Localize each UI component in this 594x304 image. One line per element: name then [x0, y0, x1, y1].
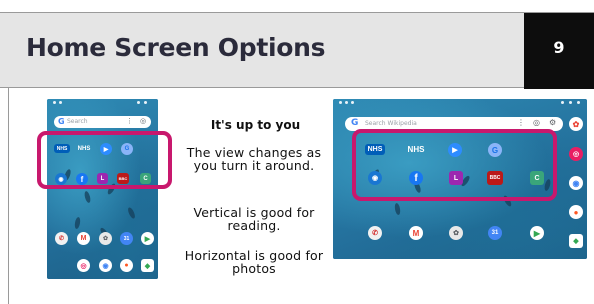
gmail-app-icon[interactable]: M — [77, 232, 90, 245]
portrait-home-screen-image: G Search ⋮ ◎ NHS NHS ▶ G ◉ f L BBC C ✆ M… — [47, 99, 158, 279]
settings-icon[interactable]: ⚙ — [549, 118, 556, 127]
signal-icon — [137, 101, 140, 104]
battery-icon — [569, 101, 572, 104]
chrome-icon[interactable]: ◉ — [99, 259, 112, 272]
play-store-icon[interactable]: ▶ — [530, 226, 544, 240]
maps-app-icon[interactable]: ◆ — [141, 259, 154, 272]
play-store-icon[interactable]: ▶ — [141, 232, 154, 245]
paragraph-horizontal: Horizontal is good for photos — [184, 248, 324, 276]
lens-icon[interactable]: ◎ — [533, 118, 540, 127]
photos-app-icon[interactable]: ✿ — [99, 232, 112, 245]
status-icon — [351, 101, 354, 104]
battery-icon — [577, 101, 580, 104]
portrait-highlight-box — [37, 131, 172, 189]
mic-icon[interactable]: ⋮ — [517, 118, 525, 127]
phone-app-icon[interactable]: ✆ — [368, 226, 382, 240]
page-number: 9 — [553, 38, 565, 57]
status-bar — [47, 99, 158, 107]
camera-icon[interactable]: ◎ — [569, 147, 583, 161]
photos-app-icon[interactable]: ✿ — [449, 226, 463, 240]
status-icon — [345, 101, 348, 104]
maps-app-icon[interactable]: ◆ — [569, 234, 583, 248]
status-icon — [339, 101, 342, 104]
search-placeholder: Search — [67, 118, 88, 125]
google-search-bar[interactable]: G Search ⋮ ◎ — [54, 116, 151, 128]
messages-app-icon[interactable]: ● — [569, 205, 583, 219]
slide-header: Home Screen Options 9 — [0, 12, 594, 89]
page-number-box: 9 — [524, 13, 594, 89]
chrome-icon[interactable]: ◉ — [569, 176, 583, 190]
paragraph-view-changes: The view changes as you turn it around. — [186, 145, 322, 173]
gmail-app-icon[interactable]: M — [409, 226, 423, 240]
lens-icon[interactable]: ◎ — [140, 117, 146, 125]
slide-subtitle: It's up to you — [210, 118, 301, 132]
camera-icon[interactable]: ◎ — [77, 259, 90, 272]
phone-app-icon[interactable]: ✆ — [55, 232, 68, 245]
slide: Home Screen Options 9 G Search ⋮ ◎ NHS N… — [0, 0, 594, 304]
status-bar — [333, 99, 587, 107]
landscape-highlight-box — [352, 129, 557, 201]
battery-icon — [144, 101, 147, 104]
messages-app-icon[interactable]: ● — [120, 259, 133, 272]
signal-icon — [561, 101, 564, 104]
calendar-app-icon[interactable]: 31 — [488, 226, 502, 240]
mic-icon[interactable]: ⋮ — [126, 117, 133, 125]
status-icon — [53, 101, 56, 104]
search-placeholder: Search Wikipedia — [365, 120, 417, 127]
google-g-icon: G — [58, 117, 65, 126]
status-icon — [59, 101, 62, 104]
left-border-line — [8, 88, 9, 304]
calendar-app-icon[interactable]: 31 — [120, 232, 133, 245]
google-g-icon: G — [351, 118, 359, 128]
slide-title: Home Screen Options — [26, 33, 326, 62]
photos-app-icon[interactable]: ✿ — [569, 117, 583, 131]
paragraph-vertical: Vertical is good for reading. — [193, 205, 315, 233]
